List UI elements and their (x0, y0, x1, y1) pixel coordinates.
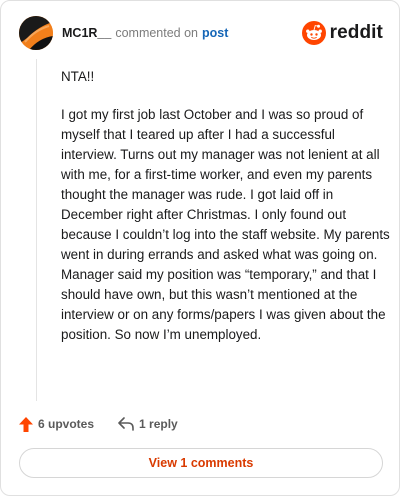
comment-body: NTA!! I got my first job last October an… (61, 67, 391, 363)
thread-line (36, 59, 37, 401)
avatar-image (19, 16, 53, 50)
reply-count: 1 reply (139, 417, 178, 431)
upvote-button[interactable]: 6 upvotes (19, 416, 95, 432)
reply-button[interactable]: 1 reply (118, 417, 178, 431)
comment-paragraph: NTA!! (61, 69, 95, 84)
comment-actions: 6 upvotes 1 reply (19, 415, 178, 433)
username-link[interactable]: MC1R__ (62, 26, 111, 40)
upvote-arrow-icon (19, 416, 33, 432)
reply-arrow-icon (118, 417, 134, 431)
comment-header: MC1R__ commented on post reddit (19, 16, 385, 52)
logo-text: reddit (329, 22, 383, 43)
comment-paragraph: I got my first job last October and I wa… (61, 107, 390, 342)
byline-action-text: commented on (115, 26, 199, 40)
user-avatar[interactable] (19, 16, 53, 50)
reddit-logo[interactable]: reddit (301, 19, 383, 47)
byline: MC1R__ commented on post (62, 26, 228, 40)
view-comments-button[interactable]: View 1 comments (19, 448, 383, 478)
comment-card: MC1R__ commented on post reddit NTA!! I go… (0, 0, 400, 496)
post-link[interactable]: post (202, 26, 228, 40)
reddit-snoo-icon (301, 21, 326, 45)
upvote-count: 6 upvotes (38, 417, 95, 431)
